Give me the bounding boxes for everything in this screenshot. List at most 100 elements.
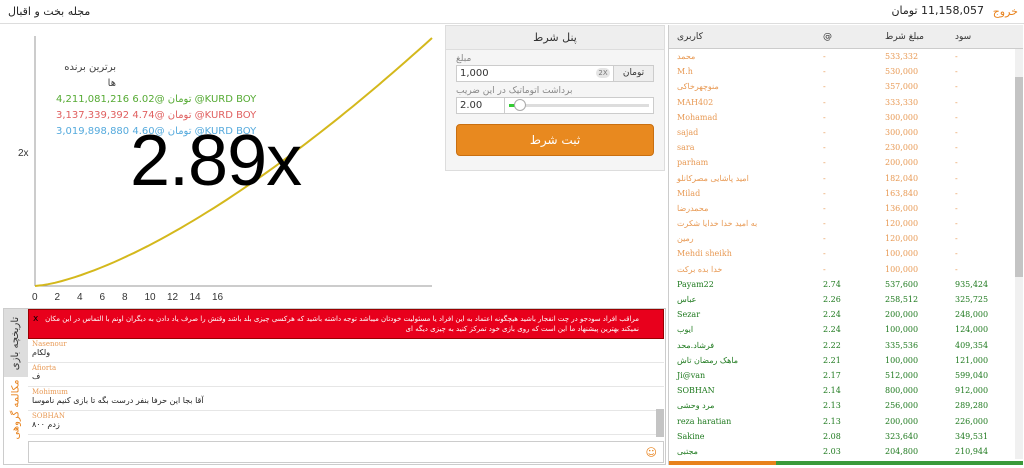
player-multiplier: - [823,67,826,77]
player-row: SOBHAN 2.14 800,000 912,000 [669,383,1023,398]
current-multiplier: 2.89x [130,121,302,201]
site-title[interactable]: مجله بخت و اقبال [8,5,90,18]
players-scrollbar[interactable] [1015,49,1023,459]
message-author[interactable]: Nasenour [32,340,660,348]
player-row: parham - 200,000 - [669,155,1023,170]
player-row: محمد - 533,332 - [669,49,1023,64]
player-multiplier: - [823,143,826,153]
player-name: عباس [677,295,697,304]
double-amount-button[interactable]: 2X [596,68,610,78]
players-table-header: کاربری @ مبلغ شرط سود [669,25,1023,49]
player-profit: - [955,264,958,274]
chat-scrollbar[interactable] [656,409,664,437]
message-text: ف [32,372,41,381]
close-icon[interactable]: x [33,314,38,324]
player-profit: - [955,203,958,213]
tab-game-history-label: تاریخچه بازی [10,316,22,370]
scroll-thumb[interactable] [1015,77,1023,277]
player-profit: - [955,97,958,107]
auto-cashout-input[interactable]: 2.00 [457,98,505,113]
message-author[interactable]: Afiorta [32,364,660,372]
player-multiplier: 2.13 [823,401,841,411]
player-bet: 230,000 [885,143,919,153]
player-profit: - [955,82,958,92]
message-text: زدم ۸۰۰ [32,420,60,429]
player-multiplier: - [823,97,826,107]
player-bet: 100,000 [885,249,919,259]
player-bet: 200,000 [885,158,919,168]
chat-message: Nasenour ولکام [28,339,664,363]
chat-side-tabs: تاریخچه بازی مکالمه گروهی [4,309,28,464]
player-bet: 512,000 [885,370,919,380]
header-profit: سود [955,32,972,42]
player-bet: 182,040 [885,173,919,183]
player-name: به امید خدا خدایا شکرت [677,219,758,229]
x-tick-label: 8 [122,292,128,303]
chat-messages: x مراقب افراد سودجو در چت انفجار باشید ه… [28,309,664,437]
player-profit: - [955,112,958,122]
top-bar: مجله بخت و اقبال 11,158,057 تومان خروج [0,0,1024,24]
player-bet: 256,000 [885,401,919,411]
player-name: M.h [677,67,693,77]
player-bet: 200,000 [885,310,919,320]
tab-game-history[interactable]: تاریخچه بازی [4,309,28,377]
amount-label: مبلغ [456,54,472,64]
player-bet: 258,512 [885,295,919,304]
player-name: SOBHAN [677,386,715,396]
player-multiplier: - [823,52,826,61]
place-bet-button[interactable]: ثبت شرط [456,124,654,156]
bet-amount-input[interactable]: 1,000 [457,66,593,81]
player-row: Sakine 2.08 323,640 349,531 [669,429,1023,444]
player-bet: 300,000 [885,112,919,122]
chat-message: Afiorta ف [28,363,664,387]
player-bet: 800,000 [885,386,919,396]
player-row: امید پاشایی مصرکانلو - 182,040 - [669,171,1023,186]
player-row: reza haratian 2.13 200,000 226,000 [669,414,1023,429]
player-row: sajad - 300,000 - [669,125,1023,140]
player-multiplier: - [823,234,826,244]
x-tick-label: 16 [212,292,224,303]
player-bet: 323,640 [885,431,919,441]
player-name: فرشاد.محد [677,340,715,350]
player-profit: 912,000 [955,386,989,396]
player-multiplier: 2.24 [823,325,841,335]
player-name: Milad [677,188,701,198]
logout-link[interactable]: خروج [993,5,1018,18]
player-multiplier: - [823,249,826,259]
x-tick-label: 14 [190,292,202,303]
winner-line: 4,211,081,216 6.02@ تومان @KURD BOY [56,94,257,105]
player-profit: 325,725 [955,295,989,304]
player-row: عباس 2.26 258,512 325,725 [669,292,1023,307]
player-bet: 200,000 [885,416,919,426]
player-multiplier: - [823,82,826,92]
message-author[interactable]: Mohimum [32,388,660,396]
player-bet: 333,330 [885,97,919,107]
auto-cashout-slider[interactable] [505,98,653,113]
chat-message: SOBHAN زدم ۸۰۰ [28,411,664,435]
player-multiplier: - [823,112,826,122]
player-profit: - [955,249,958,259]
player-profit: - [955,219,958,229]
player-bet: 204,800 [885,446,919,456]
player-multiplier: 2.24 [823,310,841,320]
player-multiplier: 2.08 [823,431,841,441]
player-profit: - [955,158,958,168]
auto-cashout-label: برداشت اتوماتیک در این ضریب [456,86,573,96]
player-profit: 599,040 [955,370,989,380]
chat-input[interactable]: ☺ [28,441,664,463]
players-body: محمد - 533,332 - M.h - 530,000 - منوچهرخاکی - 357,… [669,49,1023,465]
x-tick-label: 12 [167,292,179,303]
message-author[interactable]: SOBHAN [32,412,660,420]
player-name: Payam22 [677,279,714,289]
slider-thumb[interactable] [514,99,527,111]
player-name: reza haratian [677,416,732,426]
round-progress-fill [669,461,776,465]
player-multiplier: 2.26 [823,295,841,304]
tab-group-chat[interactable]: مکالمه گروهی [4,377,28,441]
emoji-icon[interactable]: ☺ [646,446,657,459]
player-bet: 300,000 [885,127,919,137]
player-bet: 100,000 [885,355,919,365]
player-row: ماهک رمضان تاش 2.21 100,000 121,000 [669,353,1023,368]
player-profit: 124,000 [955,325,989,335]
player-name: Ji@van [677,370,706,380]
